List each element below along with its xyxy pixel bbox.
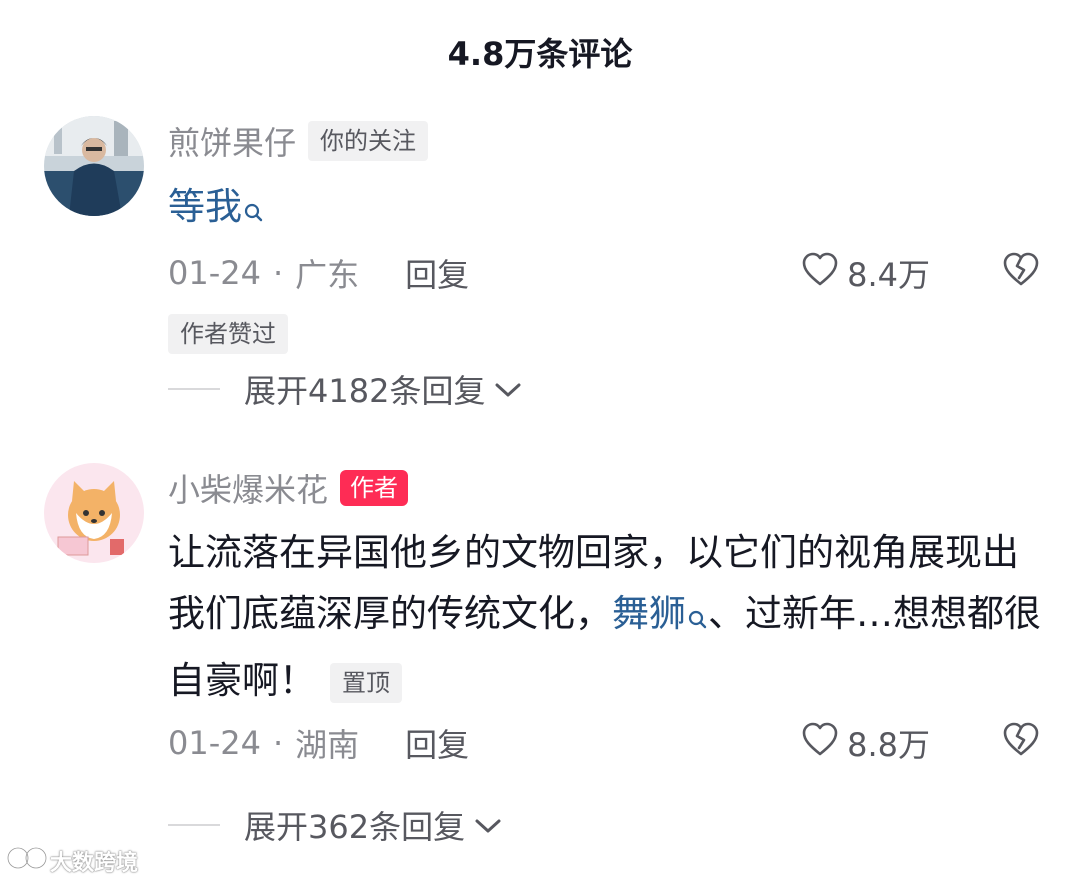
author-badge: 作者	[340, 470, 409, 506]
username[interactable]: 小柴爆米花	[168, 465, 328, 511]
hashtag-link[interactable]: 舞狮	[612, 592, 686, 635]
heart-icon	[801, 251, 847, 295]
comment-meta: 01-24 · 湖南 回复 8.8万	[168, 718, 1040, 768]
comment-location: 广东	[295, 256, 360, 294]
divider	[168, 388, 220, 390]
watermark-text: 大数跨境	[50, 851, 139, 876]
hashtag-link[interactable]: 等我	[168, 185, 242, 228]
meta-separator: ·	[272, 724, 284, 762]
dislike-button[interactable]	[1002, 721, 1040, 765]
following-badge: 你的关注	[308, 121, 429, 161]
reply-button[interactable]: 回复	[405, 720, 469, 766]
chevron-down-icon	[485, 370, 523, 408]
like-button[interactable]: 8.8万	[801, 720, 930, 766]
avatar[interactable]	[44, 116, 144, 216]
watermark-logo-icon	[6, 844, 50, 878]
comment-header: 煎饼果仔 你的关注	[168, 116, 429, 166]
comment-location: 湖南	[295, 726, 360, 764]
expand-replies-button[interactable]: 展开4182条回复	[168, 364, 523, 414]
heart-icon	[801, 721, 847, 765]
comment-text: 让流落在异国他乡的文物回家，以它们的视角展现出我们底蕴深厚的传统文化，舞狮 、过新…	[168, 522, 1048, 711]
expand-replies-label: 展开362条回复	[244, 808, 466, 846]
watermark: 大数跨境	[6, 844, 138, 878]
search-icon[interactable]	[688, 589, 708, 650]
meta-separator: ·	[272, 254, 284, 292]
comment-meta: 01-24 · 广东 回复 8.4万	[168, 248, 1040, 298]
comment-date: 01-24	[168, 254, 261, 292]
comment-text: 等我	[168, 176, 1048, 243]
like-count: 8.8万	[847, 726, 930, 764]
comment-header: 小柴爆米花 作者	[168, 463, 409, 513]
like-count: 8.4万	[847, 256, 930, 294]
comment-date: 01-24	[168, 724, 261, 762]
broken-heart-icon	[1002, 251, 1040, 295]
expand-replies-button[interactable]: 展开362条回复	[168, 800, 503, 850]
username[interactable]: 煎饼果仔	[168, 118, 296, 164]
avatar[interactable]	[44, 463, 144, 563]
chevron-down-icon	[465, 806, 503, 844]
broken-heart-icon	[1002, 721, 1040, 765]
expand-replies-label: 展开4182条回复	[244, 372, 486, 410]
dislike-button[interactable]	[1002, 251, 1040, 295]
author-liked-badge: 作者赞过	[168, 314, 288, 354]
like-button[interactable]: 8.4万	[801, 250, 930, 296]
search-icon[interactable]	[244, 182, 264, 243]
pinned-badge: 置顶	[330, 662, 402, 703]
comments-header-title: 4.8万条评论	[447, 35, 633, 73]
divider	[168, 824, 220, 826]
reply-button[interactable]: 回复	[405, 250, 469, 296]
